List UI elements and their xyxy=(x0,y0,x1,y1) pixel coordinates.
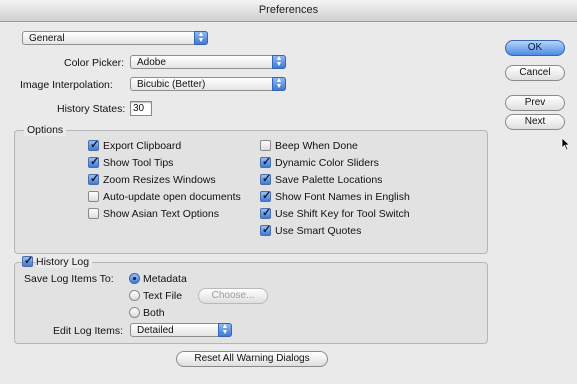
choose-button[interactable]: Choose... xyxy=(198,288,268,304)
radio-text-file[interactable] xyxy=(129,290,140,301)
checkbox-use-shift-key-for-tool-switch[interactable]: ✓ xyxy=(260,207,272,219)
radio-both[interactable] xyxy=(129,307,140,318)
popup-arrows-icon: ▲ ▼ xyxy=(194,31,208,45)
section-popup[interactable]: General ▲ ▼ xyxy=(22,31,208,45)
save-log-items-label: Save Log Items To: xyxy=(24,273,114,285)
checkbox-history-log[interactable]: ✓ xyxy=(22,255,34,267)
popup-arrows-icon: ▲ ▼ xyxy=(272,77,286,91)
image-interpolation-popup[interactable]: Bicubic (Better) ▲ ▼ xyxy=(130,77,286,91)
radio-label: Both xyxy=(143,307,165,319)
option-label: Save Palette Locations xyxy=(275,174,383,186)
checkbox-use-smart-quotes[interactable]: ✓ xyxy=(260,224,272,236)
edit-log-items-value: Detailed xyxy=(137,325,174,336)
checkbox-show-tool-tips[interactable]: ✓ xyxy=(88,156,100,168)
checkbox-beep-when-done[interactable] xyxy=(260,140,271,151)
checkbox-export-clipboard[interactable]: ✓ xyxy=(88,139,100,151)
option-label: Auto-update open documents xyxy=(103,191,241,203)
option-label: Export Clipboard xyxy=(103,140,182,152)
option-label: Zoom Resizes Windows xyxy=(103,174,216,186)
checkmark-icon: ✓ xyxy=(262,156,272,168)
radio-metadata[interactable] xyxy=(129,273,140,284)
preferences-content: General ▲ ▼ Color Picker: Adobe ▲ ▼ Image … xyxy=(0,22,577,384)
checkmark-icon: ✓ xyxy=(262,173,272,185)
checkmark-icon: ✓ xyxy=(262,190,272,202)
prev-button[interactable]: Prev xyxy=(505,95,565,111)
options-group-title: Options xyxy=(24,124,67,136)
checkmark-icon: ✓ xyxy=(262,207,272,219)
option-label: Show Asian Text Options xyxy=(103,208,219,220)
history-log-label: History Log xyxy=(36,256,93,268)
checkbox-auto-update-open-documents[interactable] xyxy=(88,191,99,202)
option-label: Dynamic Color Sliders xyxy=(275,157,379,169)
edit-log-items-popup[interactable]: Detailed ▲ ▼ xyxy=(130,323,232,337)
window-title: Preferences xyxy=(258,4,319,16)
reset-warning-dialogs-button[interactable]: Reset All Warning Dialogs xyxy=(176,351,328,367)
checkmark-icon: ✓ xyxy=(90,173,100,185)
checkbox-show-font-names-in-english[interactable]: ✓ xyxy=(260,190,272,202)
popup-arrows-icon: ▲ ▼ xyxy=(218,323,232,337)
radio-label: Text File xyxy=(143,290,183,302)
popup-arrows-icon: ▲ ▼ xyxy=(272,55,286,69)
option-label: Beep When Done xyxy=(275,140,358,152)
checkmark-icon: ✓ xyxy=(90,139,100,151)
ok-button[interactable]: OK xyxy=(505,40,565,56)
history-states-field[interactable]: 30 xyxy=(130,101,152,116)
option-label: Show Font Names in English xyxy=(275,191,410,203)
color-picker-value: Adobe xyxy=(137,57,166,68)
history-states-value: 30 xyxy=(133,103,145,114)
image-interpolation-value: Bicubic (Better) xyxy=(137,79,206,90)
edit-log-items-label: Edit Log Items: xyxy=(53,325,124,337)
radio-label: Metadata xyxy=(143,273,187,285)
checkbox-save-palette-locations[interactable]: ✓ xyxy=(260,173,272,185)
checkbox-show-asian-text-options[interactable] xyxy=(88,208,99,219)
title-bar: Preferences xyxy=(0,0,577,22)
options-group xyxy=(14,130,488,254)
color-picker-label: Color Picker: xyxy=(64,57,125,69)
checkbox-zoom-resizes-windows[interactable]: ✓ xyxy=(88,173,100,185)
checkmark-icon: ✓ xyxy=(262,224,272,236)
next-button[interactable]: Next xyxy=(505,114,565,130)
mouse-cursor-icon xyxy=(561,137,571,151)
section-popup-value: General xyxy=(29,33,65,44)
checkmark-icon: ✓ xyxy=(90,156,100,168)
option-label: Use Smart Quotes xyxy=(275,225,362,237)
image-interpolation-label: Image Interpolation: xyxy=(20,79,113,91)
checkbox-dynamic-color-sliders[interactable]: ✓ xyxy=(260,156,272,168)
history-states-label: History States: xyxy=(57,103,126,115)
cancel-button[interactable]: Cancel xyxy=(505,65,565,81)
color-picker-popup[interactable]: Adobe ▲ ▼ xyxy=(130,55,286,69)
option-label: Use Shift Key for Tool Switch xyxy=(275,208,410,220)
option-label: Show Tool Tips xyxy=(103,157,174,169)
checkmark-icon: ✓ xyxy=(24,255,34,267)
radio-dot-icon xyxy=(133,277,136,280)
